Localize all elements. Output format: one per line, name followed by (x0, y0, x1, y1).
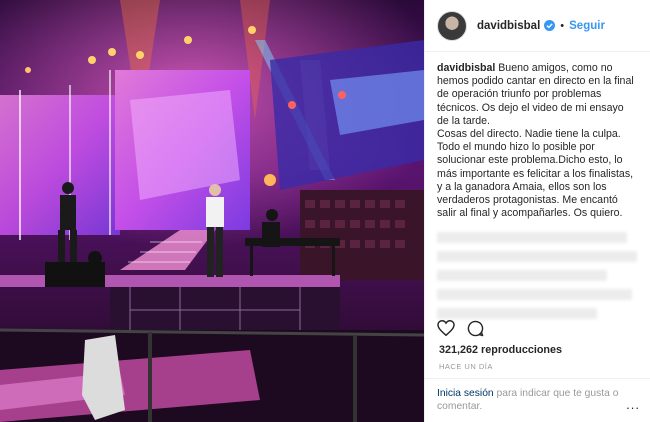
instagram-post: davidbisbal • Seguir davidbisbal Bueno a… (0, 0, 650, 422)
avatar[interactable] (437, 10, 467, 41)
login-link[interactable]: Inicia sesión (437, 388, 494, 399)
login-prompt: Inicia sesión para indicar que te gusta … (425, 378, 650, 421)
comment-icon[interactable] (467, 320, 484, 337)
post-header: davidbisbal • Seguir (425, 0, 650, 52)
blurred-comment-line (437, 270, 607, 282)
separator-dot: • (560, 19, 565, 32)
blurred-comment-line (437, 308, 597, 320)
post-caption: davidbisbal Bueno amigos, como no hemos … (425, 52, 650, 220)
more-options-icon[interactable]: ... (626, 397, 640, 412)
concert-stage-image (0, 0, 424, 422)
action-bar (437, 320, 484, 337)
caption-username[interactable]: davidbisbal (437, 62, 495, 74)
blurred-comments (437, 232, 638, 320)
blurred-comment-line (437, 232, 627, 244)
heart-icon[interactable] (437, 320, 455, 336)
verified-badge-icon (544, 20, 556, 31)
username[interactable]: davidbisbal (477, 20, 540, 32)
view-count[interactable]: 321,262 reproducciones (439, 344, 562, 356)
follow-button[interactable]: Seguir (569, 20, 605, 32)
post-video[interactable] (0, 0, 424, 422)
post-timestamp: HACE UN DÍA (439, 362, 493, 371)
blurred-comment-line (437, 251, 637, 263)
blurred-comment-line (437, 289, 632, 301)
caption-text-2: Cosas del directo. Nadie tiene la culpa.… (437, 128, 634, 220)
post-sidebar: davidbisbal • Seguir davidbisbal Bueno a… (424, 0, 650, 422)
